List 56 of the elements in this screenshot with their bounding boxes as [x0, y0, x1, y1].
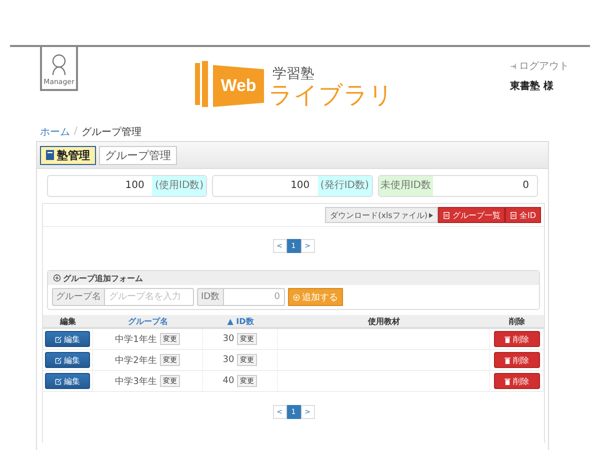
edit-icon	[55, 336, 62, 342]
edit-icon	[55, 378, 62, 384]
column-header: 使用教材	[278, 315, 490, 329]
plus-circle-icon	[53, 274, 61, 282]
id-count-field[interactable]: 0	[224, 288, 285, 306]
id-count: 40	[222, 376, 234, 386]
delete-button[interactable]: 削除	[494, 352, 540, 368]
column-header: 編集	[43, 315, 93, 329]
person-icon	[51, 54, 67, 76]
edit-icon	[55, 356, 62, 364]
id-count: 30	[222, 334, 234, 344]
stat-label: 未使用ID数	[378, 176, 433, 196]
id-count: 30	[222, 355, 234, 365]
column-header: 削除	[490, 315, 544, 329]
download-button[interactable]: ダウンロード(xlsファイル)	[325, 207, 438, 223]
breadcrumb-current: グループ管理	[81, 126, 142, 138]
document-icon	[510, 212, 518, 218]
field-label: グループ名	[52, 288, 105, 306]
caret-icon	[429, 212, 434, 218]
edit-button[interactable]: 編集	[45, 373, 90, 389]
trash-icon	[504, 356, 511, 364]
tab[interactable]: 塾管理	[40, 146, 96, 164]
form-title: グループ追加フォーム	[63, 272, 143, 284]
logout-link[interactable]: ログアウト	[510, 59, 590, 73]
edit-button[interactable]: 編集	[45, 352, 90, 368]
delete-button[interactable]: 削除	[494, 331, 540, 347]
tab[interactable]: グループ管理	[99, 146, 177, 164]
breadcrumb-link[interactable]: ホーム	[40, 124, 70, 138]
logout-icon	[510, 62, 517, 70]
user-name: 東書塾 様	[510, 80, 554, 93]
group-name: 中学3年生	[115, 376, 157, 388]
trash-icon	[504, 336, 511, 342]
stat-value: 100	[290, 179, 311, 193]
stat-label: (使用ID数)	[152, 176, 206, 196]
logo-mark: Web	[212, 65, 264, 107]
plus-circle-icon	[293, 294, 300, 300]
stat-value: 100	[124, 179, 146, 193]
field-label: ID数	[197, 288, 224, 306]
logo-stripes-icon	[194, 61, 209, 107]
logo-subtitle: 学習塾	[272, 65, 314, 83]
book-icon	[46, 150, 54, 160]
group-name: 中学1年生	[115, 334, 157, 346]
group-name-field[interactable]: グループ名を入力	[105, 288, 194, 306]
breadcrumb-separator: /	[74, 126, 78, 137]
edit-button[interactable]: 編集	[45, 331, 90, 347]
document-icon	[443, 212, 450, 218]
group-name: 中学2年生	[115, 354, 157, 366]
trash-icon	[504, 378, 511, 384]
stat-value: 0	[522, 179, 530, 193]
delete-button[interactable]: 削除	[494, 373, 540, 389]
sort-link[interactable]: ▲ ID数	[203, 315, 278, 329]
export-button[interactable]: グループ一覧	[438, 207, 506, 223]
stat-label: (発行ID数)	[318, 176, 372, 196]
logo-title: ライブラリ	[268, 83, 394, 107]
sort-link[interactable]: グループ名	[93, 315, 203, 329]
export-button[interactable]: 全ID	[505, 207, 541, 223]
